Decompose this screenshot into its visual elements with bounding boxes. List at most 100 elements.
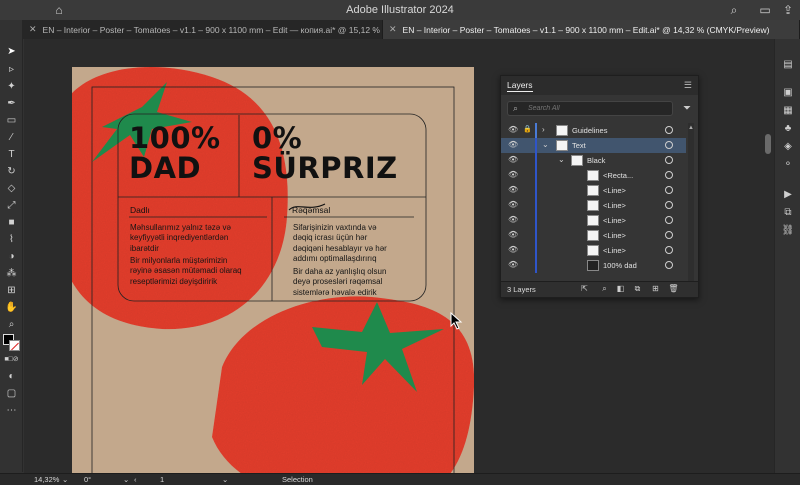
- clipping-mask-icon[interactable]: ◧: [615, 284, 626, 293]
- new-sublayer-icon[interactable]: ⧉: [632, 284, 643, 294]
- scrollbar-thumb[interactable]: [765, 134, 771, 154]
- brushes-icon[interactable]: ⚬: [781, 159, 795, 171]
- hand-tool-icon[interactable]: ✋: [4, 301, 19, 315]
- layers-tab[interactable]: Layers: [507, 80, 533, 92]
- visibility-eye-icon[interactable]: 👁: [508, 245, 519, 254]
- delete-icon[interactable]: 🗑: [668, 284, 679, 293]
- scale-tool-icon[interactable]: ⤢: [4, 199, 19, 213]
- target-circle-icon[interactable]: [665, 156, 673, 164]
- layers-scrollbar[interactable]: ▲: [688, 123, 694, 283]
- target-circle-icon[interactable]: [665, 231, 673, 239]
- target-circle-icon[interactable]: [665, 186, 673, 194]
- chevron-down-icon[interactable]: ⌄: [558, 155, 565, 164]
- artboard-tool-icon[interactable]: ⊞: [4, 284, 19, 298]
- locate-object-icon[interactable]: ⌕: [599, 284, 610, 294]
- visibility-eye-icon[interactable]: 👁: [508, 230, 519, 239]
- layer-row-line[interactable]: 👁 <Line>: [501, 198, 686, 213]
- target-circle-icon[interactable]: [665, 171, 673, 179]
- tab-document-copy[interactable]: ✕ EN – Interior – Poster – Tomatoes – v1…: [23, 20, 383, 39]
- artboard[interactable]: 100% DAD 0% SÜRPRIZ Dadlı Rəqəmsal Məhsu…: [72, 67, 474, 473]
- previous-artboard-icon[interactable]: ‹: [134, 475, 137, 484]
- target-circle-icon[interactable]: [665, 216, 673, 224]
- target-circle-icon[interactable]: [665, 201, 673, 209]
- lock-icon[interactable]: 🔒: [523, 125, 532, 133]
- chevron-down-icon[interactable]: ⌄: [62, 475, 68, 484]
- target-circle-icon[interactable]: [665, 246, 673, 254]
- layer-row-line[interactable]: 👁 <Line>: [501, 213, 686, 228]
- direct-selection-tool-icon[interactable]: ▹: [4, 63, 19, 77]
- more-tools-icon[interactable]: ⋯: [4, 404, 19, 418]
- canvas-vertical-scrollbar[interactable]: [764, 44, 772, 454]
- visibility-eye-icon[interactable]: 👁: [508, 215, 519, 224]
- visibility-eye-icon[interactable]: 👁: [508, 260, 519, 269]
- links-icon[interactable]: ⛓: [781, 225, 795, 237]
- zoom-tool-icon[interactable]: ⌕: [4, 318, 19, 332]
- fill-stroke-swatch[interactable]: [3, 334, 20, 351]
- zoom-level[interactable]: 14,32%: [34, 475, 59, 484]
- symbol-sprayer-icon[interactable]: ⁂: [4, 267, 19, 281]
- paintbrush-tool-icon[interactable]: ⁄: [4, 131, 19, 145]
- search-icon[interactable]: ⌕: [727, 3, 741, 17]
- rectangle-tool-icon[interactable]: ▭: [4, 114, 19, 128]
- layer-row-line[interactable]: 👁 <Line>: [501, 228, 686, 243]
- magic-wand-icon[interactable]: ✦: [4, 80, 19, 94]
- actions-icon[interactable]: ▶: [781, 189, 795, 201]
- headline-left-line2: DAD: [129, 151, 202, 185]
- rotation-value[interactable]: 0°: [84, 475, 91, 484]
- chevron-down-icon[interactable]: ⌄: [222, 475, 228, 484]
- headline-right-line1: 0%: [252, 121, 303, 155]
- shape-builder-icon[interactable]: ◑: [4, 250, 19, 264]
- target-circle-icon[interactable]: [665, 141, 673, 149]
- properties-icon[interactable]: ▤: [781, 59, 795, 71]
- close-tab-icon[interactable]: ✕: [389, 24, 397, 35]
- panel-menu-icon[interactable]: ☰: [684, 80, 692, 91]
- pen-tool-icon[interactable]: ✒: [4, 97, 19, 111]
- share-icon[interactable]: ⇪: [781, 3, 795, 17]
- symbols-icon[interactable]: ♣: [781, 123, 795, 135]
- layer-row-line[interactable]: 👁 <Line>: [501, 243, 686, 258]
- layers-search-box[interactable]: ⌕: [507, 101, 673, 116]
- tab-document-edit[interactable]: ✕ EN – Interior – Poster – Tomatoes – v1…: [383, 20, 800, 39]
- new-layer-icon[interactable]: ⊞: [650, 284, 661, 293]
- type-tool-icon[interactable]: T: [4, 148, 19, 162]
- target-circle-icon[interactable]: [665, 261, 673, 269]
- layer-row-black[interactable]: 👁 ⌄ Black: [501, 153, 686, 168]
- close-tab-icon[interactable]: ✕: [29, 24, 37, 35]
- draw-mode-icon[interactable]: ◐: [4, 370, 19, 384]
- chevron-down-icon[interactable]: ⌄: [123, 475, 129, 484]
- rotate-tool-icon[interactable]: ↻: [4, 165, 19, 179]
- artboards-icon[interactable]: ⧉: [781, 207, 795, 219]
- visibility-eye-icon[interactable]: 👁: [508, 140, 519, 149]
- left-body-1: Məhsullarımız yalnız təzə və keyfiyyətli…: [130, 223, 231, 254]
- chevron-right-icon[interactable]: ›: [542, 125, 545, 134]
- scroll-up-icon[interactable]: ▲: [688, 125, 694, 131]
- visibility-eye-icon[interactable]: 👁: [508, 200, 519, 209]
- layer-row-text[interactable]: 👁 ⌄ Text: [501, 138, 686, 153]
- visibility-eye-icon[interactable]: 👁: [508, 185, 519, 194]
- eyedropper-tool-icon[interactable]: ⌇: [4, 233, 19, 247]
- screen-mode-icon[interactable]: ▢: [4, 387, 19, 401]
- target-circle-icon[interactable]: [665, 126, 673, 134]
- layer-row-rectangle[interactable]: 👁 <Recta...: [501, 168, 686, 183]
- gradient-tool-icon[interactable]: ■: [4, 216, 19, 230]
- libraries-icon[interactable]: ▣: [781, 87, 795, 99]
- filter-icon[interactable]: ⏷: [680, 101, 694, 116]
- layer-row-line[interactable]: 👁 <Line>: [501, 183, 686, 198]
- chevron-down-icon[interactable]: ⌄: [542, 140, 549, 149]
- layer-row-guidelines[interactable]: 👁 🔒 › Guidelines: [501, 123, 686, 138]
- artboard-number[interactable]: 1: [160, 475, 164, 484]
- layers-panel-icon[interactable]: ◈: [781, 141, 795, 153]
- visibility-eye-icon[interactable]: 👁: [508, 125, 519, 134]
- layer-row-100-dad[interactable]: 👁 100% dad: [501, 258, 686, 273]
- arrange-documents-icon[interactable]: ▭: [758, 3, 772, 17]
- visibility-eye-icon[interactable]: 👁: [508, 155, 519, 164]
- eraser-tool-icon[interactable]: ◇: [4, 182, 19, 196]
- layers-search-input[interactable]: [528, 103, 668, 114]
- canvas-area[interactable]: 100% DAD 0% SÜRPRIZ Dadlı Rəqəmsal Məhsu…: [24, 39, 774, 473]
- text-line: Məhsullarımız yalnız təzə və: [130, 223, 231, 232]
- selection-tool-icon[interactable]: ➤: [4, 45, 19, 59]
- color-icon[interactable]: ▦: [781, 105, 795, 117]
- color-mode-icon[interactable]: ■□⊘: [4, 353, 19, 367]
- export-icon[interactable]: ⇱: [579, 284, 590, 293]
- visibility-eye-icon[interactable]: 👁: [508, 170, 519, 179]
